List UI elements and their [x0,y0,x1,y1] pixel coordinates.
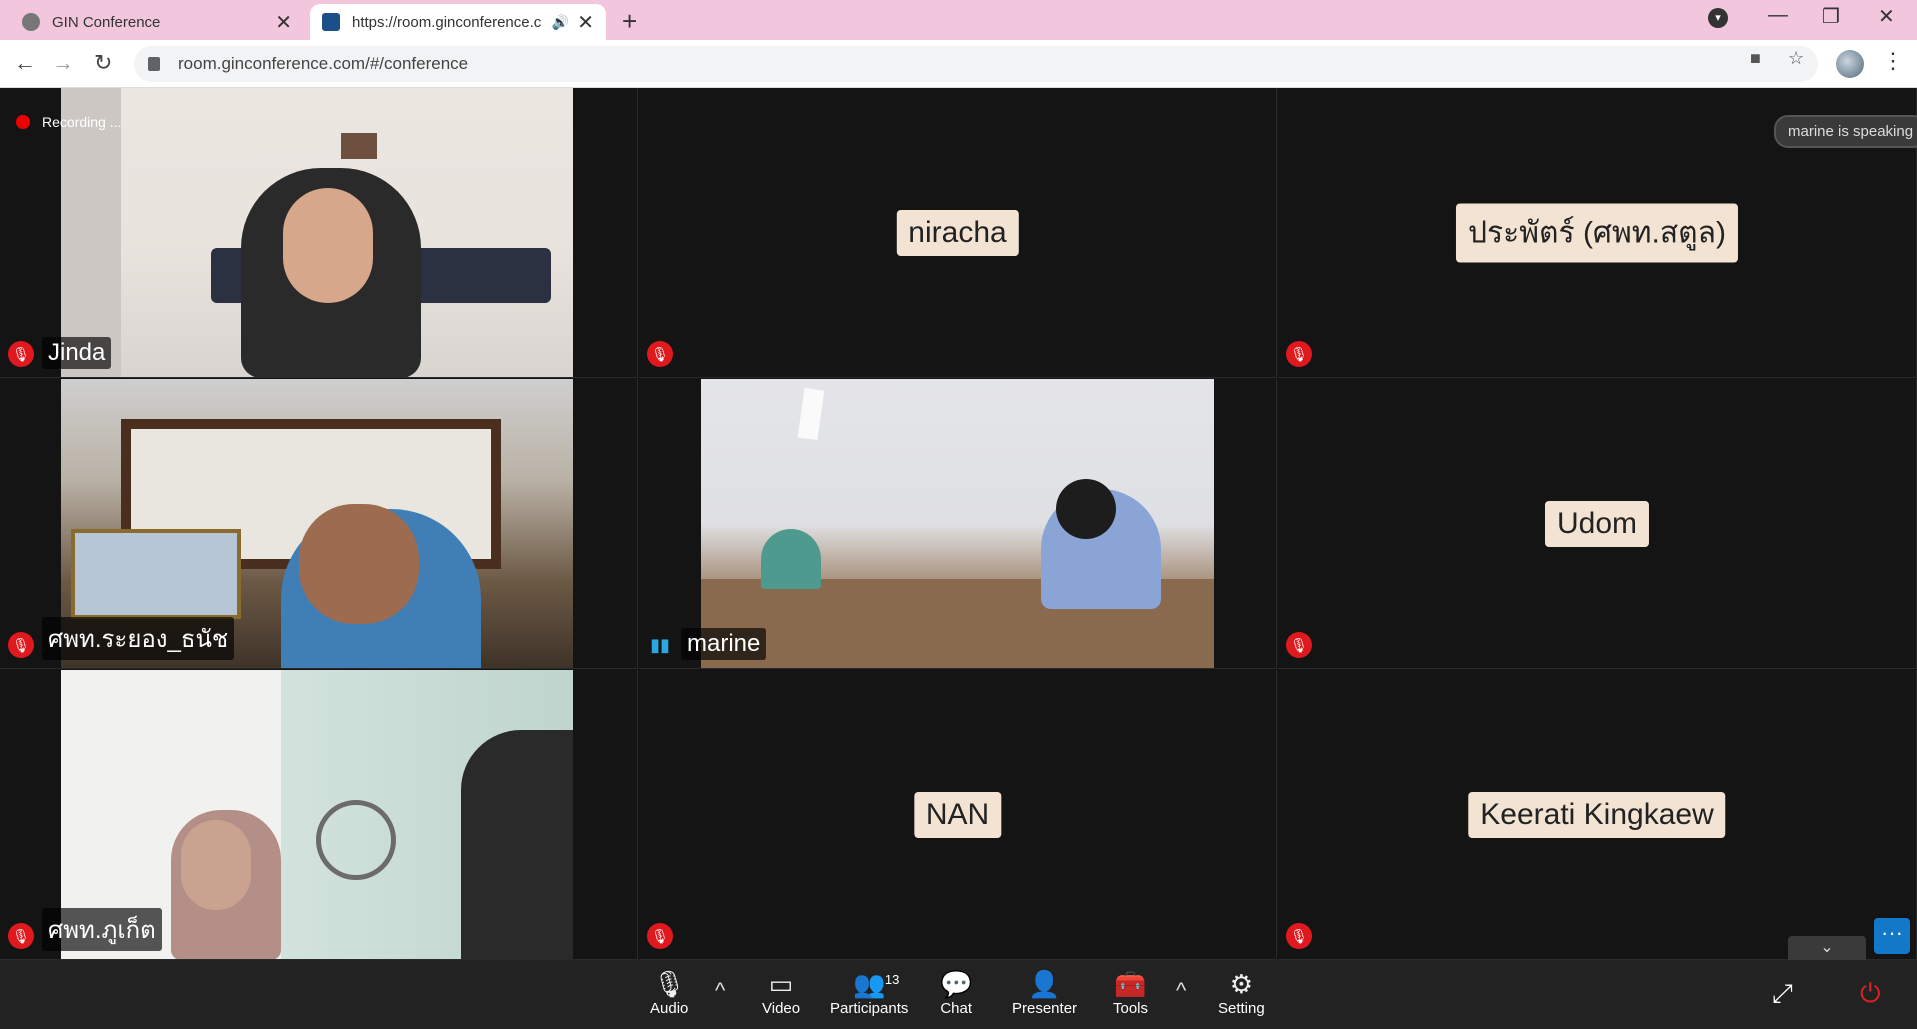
participant-name: Jinda [42,337,112,369]
tools-label: Tools [1113,1000,1149,1017]
globe-icon [22,13,40,31]
tab-title: GIN Conference [52,13,161,31]
participant-tile-jinda[interactable]: 🎙 Jinda [0,88,638,378]
participant-name-card: Udom [1544,500,1650,547]
participant-tile-phuket[interactable]: 🎙 ศพท.ภูเก็ต [0,670,638,960]
presenter-label: Presenter [1012,1000,1078,1017]
presenter-button[interactable]: 👤 Presenter [1012,968,1077,1017]
mic-off-icon: 🎙 [8,923,34,949]
participant-tile-niracha[interactable]: niracha 🎙 [639,88,1277,378]
conference-stage: Recording ... marine is speaking 🎙 Jinda… [0,88,1917,960]
browser-tab-gin-conference[interactable]: GIN Conference ✕ [8,4,306,40]
chat-label: Chat [940,1000,973,1017]
participants-icon: 👥 13 [853,968,899,1000]
tools-button[interactable]: 🧰 Tools [1113,968,1148,1017]
recording-label: Recording ... [42,114,122,130]
participant-tile-nan[interactable]: NAN 🎙 [639,670,1277,960]
address-bar: ← → ↻ room.ginconference.com/#/conferenc… [0,40,1917,88]
setting-button[interactable]: ⚙ Setting [1218,968,1265,1017]
participant-name-card: NAN [913,791,1002,838]
participants-count: 13 [884,972,900,987]
mic-off-icon: 🎙 [1286,632,1312,658]
participant-name: ศพท.ภูเก็ต [42,908,162,951]
speaker-icon[interactable]: 🔊 [552,14,569,31]
restore-icon[interactable]: ❐ [1822,4,1840,29]
participants-button[interactable]: 👥 13 Participants [830,968,908,1017]
setting-label: Setting [1218,1000,1265,1017]
speaking-notice: marine is speaking [1774,115,1917,148]
avatar[interactable] [1836,50,1864,78]
mic-off-icon: 🎙 [8,341,34,367]
microphone-off-icon: 🎙 [652,969,686,999]
participant-tile-thanach[interactable]: 🎙 ศพท.ระยอง_ธนัช [0,379,638,669]
new-tab-icon[interactable]: + [622,6,637,37]
close-icon[interactable]: ✕ [577,10,594,35]
reload-icon[interactable]: ↻ [94,50,112,76]
participant-tile-keerati[interactable]: Keerati Kingkaew 🎙 [1278,670,1917,960]
url-text: room.ginconference.com/#/conference [178,54,469,73]
recording-indicator: Recording ... [16,114,121,130]
video-off-icon: ▭ [768,969,794,999]
mic-off-icon: 🎙 [8,632,34,658]
chat-icon: 💬 [940,969,973,999]
audio-label: Audio [650,1000,689,1017]
mic-off-icon: 🎙 [1286,923,1312,949]
url-field[interactable]: room.ginconference.com/#/conference [134,46,1818,82]
camera-icon[interactable]: ■ [1750,48,1761,69]
participant-tile-udom[interactable]: Udom 🎙 [1278,379,1917,669]
fullscreen-icon[interactable]: ⤢ [1772,978,1793,1010]
participant-name: marine [681,628,767,660]
participant-video [61,88,573,377]
participant-video [701,379,1214,668]
speaking-indicator-icon: ▮▮ [650,635,670,655]
back-arrow-icon[interactable]: ← [14,50,36,76]
more-options-button[interactable]: ··· [1874,918,1910,954]
tab-title: https://room.ginconference.c [352,13,542,31]
participant-name: ศพท.ระยอง_ธนัช [42,617,235,660]
participant-tile-marine[interactable]: ▮▮ marine [639,379,1277,669]
browser-menu-icon[interactable]: ⋮ [1882,48,1904,74]
lock-icon [148,57,160,71]
chevron-down-icon[interactable]: ▾ [1708,8,1728,28]
site-favicon-icon [322,13,340,31]
record-dot-icon [16,115,30,129]
mic-off-icon: 🎙 [647,923,673,949]
mic-off-icon: 🎙 [647,341,673,367]
participant-name-card: Keerati Kingkaew [1468,791,1726,838]
collapse-grid-button[interactable]: ⌄ [1788,936,1866,960]
forward-arrow-icon[interactable]: → [52,50,74,76]
tools-options-caret-icon[interactable]: ^ [1176,978,1186,1004]
participant-name-card: niracha [896,209,1019,256]
participant-name-card: ประพัตร์ (ศพท.สตูล) [1455,203,1739,262]
audio-button[interactable]: 🎙 Audio [650,968,688,1017]
video-label: Video [762,1000,801,1017]
power-icon[interactable]: ⏻ [1860,978,1881,1010]
close-icon[interactable]: ✕ [275,10,292,35]
minimize-icon[interactable]: — [1768,4,1788,27]
participants-label: Participants [830,1000,909,1017]
mic-off-icon: 🎙 [1286,341,1312,367]
audio-options-caret-icon[interactable]: ^ [715,978,725,1004]
conference-toolbar: 🎙 Audio ^ ▭ Video 👥 13 Participants 💬 Cha… [0,960,1917,1029]
video-button[interactable]: ▭ Video [762,968,800,1017]
star-icon[interactable]: ☆ [1788,48,1804,69]
window-close-icon[interactable]: ✕ [1878,4,1895,29]
chat-button[interactable]: 💬 Chat [940,968,972,1017]
presenter-icon: 👤 [1028,969,1061,999]
toolbox-icon: 🧰 [1114,969,1147,999]
browser-tab-bar: GIN Conference ✕ https://room.ginconfere… [0,0,1917,40]
gear-icon: ⚙ [1229,969,1253,999]
browser-tab-conference-room[interactable]: https://room.ginconference.c 🔊 ✕ [310,4,606,40]
